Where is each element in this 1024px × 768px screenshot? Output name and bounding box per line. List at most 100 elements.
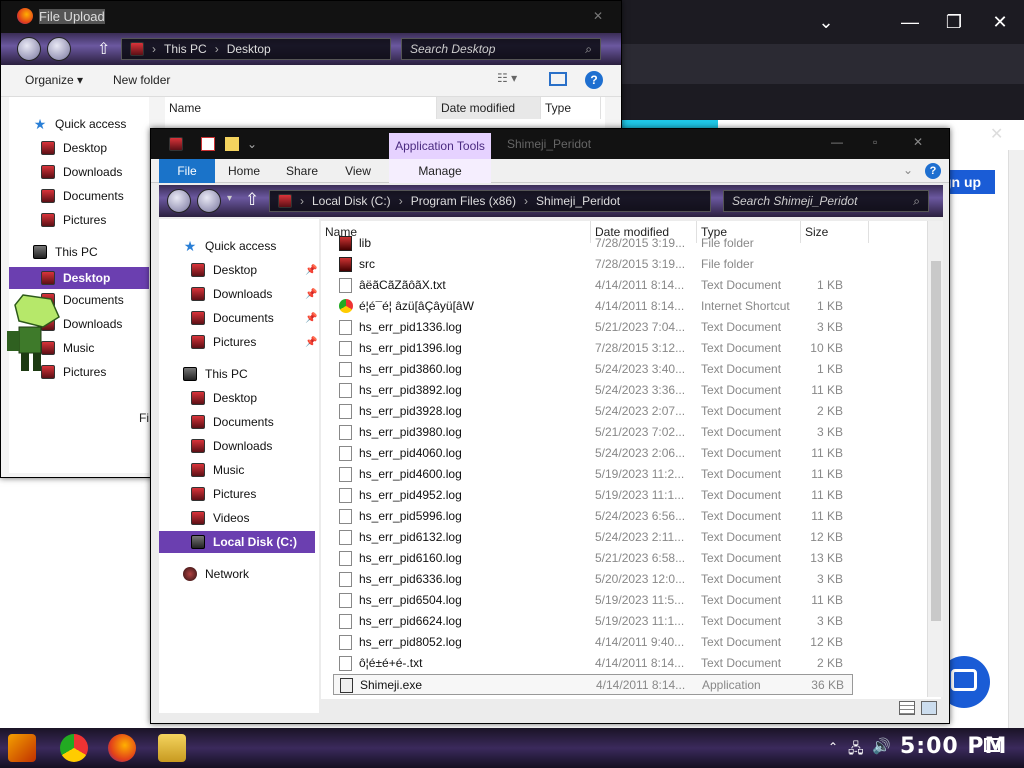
breadcrumb-item[interactable]: Local Disk (C:)	[312, 194, 391, 208]
sidebar-item-downloads[interactable]: Downloads	[41, 161, 122, 183]
file-row[interactable]: hs_err_pid1336.log 5/21/2023 7:04... Text …	[333, 317, 853, 338]
tab-share[interactable]: Share	[279, 159, 325, 183]
file-row[interactable]: hs_err_pid4600.log 5/19/2023 11:2... Text …	[333, 464, 853, 485]
explorer-breadcrumb[interactable]: › Local Disk (C:) › Program Files (x86) …	[269, 190, 711, 212]
sidebar-quick-access[interactable]: ★ Quick access	[33, 113, 127, 135]
close-icon[interactable]: ✕	[913, 135, 923, 149]
sidebar-item-pc-downloads[interactable]: Downloads	[191, 435, 272, 457]
minimize-icon[interactable]: —	[896, 10, 924, 34]
file-row[interactable]: hs_err_pid6132.log 5/24/2023 2:11... Text …	[333, 527, 853, 548]
sidebar-network[interactable]: Network	[183, 563, 249, 585]
sidebar-item-documents[interactable]: Documents	[191, 307, 274, 329]
help-icon[interactable]: ?	[585, 71, 603, 89]
sidebar-item-pc-pictures[interactable]: Pictures	[191, 483, 256, 505]
pin-icon[interactable]: 📌	[305, 289, 317, 300]
sidebar-item-pictures[interactable]: Pictures	[41, 209, 106, 231]
back-button[interactable]	[167, 189, 191, 213]
view-options-icon[interactable]: ☷ ▾	[497, 71, 517, 85]
quick-access-toolbar-icon[interactable]: ⌄	[247, 137, 257, 151]
tab-view[interactable]: View	[335, 159, 381, 183]
tab-file[interactable]: File	[159, 159, 215, 183]
vertical-scrollbar[interactable]	[927, 221, 943, 697]
sidebar-quick-access[interactable]: ★ Quick access	[183, 235, 277, 257]
column-name[interactable]: Name	[165, 97, 437, 119]
details-view-icon[interactable]	[899, 701, 915, 715]
tray-chevron-icon[interactable]: ⌃	[828, 740, 838, 754]
sidebar-item-desktop[interactable]: Desktop	[41, 137, 107, 159]
file-row[interactable]: lib 7/28/2015 3:19... File folder	[333, 233, 853, 254]
breadcrumb-item[interactable]: Program Files (x86)	[411, 194, 516, 208]
upload-close-icon[interactable]: ✕	[593, 9, 603, 23]
file-row[interactable]: hs_err_pid6160.log 5/21/2023 6:58... Text …	[333, 548, 853, 569]
sidebar-item-pc-music[interactable]: Music	[191, 459, 244, 481]
file-row[interactable]: hs_err_pid6624.log 5/19/2023 11:1... Text …	[333, 611, 853, 632]
sidebar-item-desktop[interactable]: Desktop	[191, 259, 257, 281]
large-icons-view-icon[interactable]	[921, 701, 937, 715]
new-folder-icon[interactable]	[225, 137, 239, 151]
file-row[interactable]: hs_err_pid8052.log 4/14/2011 9:40... Text …	[333, 632, 853, 653]
help-icon[interactable]: ?	[925, 163, 941, 179]
back-button[interactable]	[17, 37, 41, 61]
organize-button[interactable]: Organize ▾	[25, 73, 83, 87]
preview-pane-icon[interactable]	[549, 72, 567, 86]
column-type[interactable]: Type	[541, 97, 601, 119]
pin-icon[interactable]: 📌	[305, 337, 317, 348]
forward-button[interactable]	[197, 189, 221, 213]
network-tray-icon[interactable]: 🖧	[848, 738, 864, 762]
file-row[interactable]: src 7/28/2015 3:19... File folder	[333, 254, 853, 275]
file-row[interactable]: âëãCãZãôãX.txt 4/14/2011 8:14... Text Docu…	[333, 275, 853, 296]
file-row[interactable]: hs_err_pid5996.log 5/24/2023 6:56... Text …	[333, 506, 853, 527]
scroll-thumb[interactable]	[931, 261, 941, 621]
tab-manage[interactable]: Manage	[389, 159, 491, 183]
breadcrumb-item[interactable]: Desktop	[227, 42, 271, 56]
sidebar-this-pc[interactable]: This PC	[33, 241, 98, 263]
firefox-icon[interactable]	[108, 734, 136, 762]
file-row[interactable]: hs_err_pid3892.log 5/24/2023 3:36... Text …	[333, 380, 853, 401]
taskbar-clock[interactable]: 5:00 PM	[900, 734, 1007, 759]
chevron-down-icon[interactable]: ⌄	[812, 10, 840, 34]
file-row[interactable]: hs_err_pid3928.log 5/24/2023 2:07... Text …	[333, 401, 853, 422]
start-button[interactable]	[8, 734, 36, 762]
expand-ribbon-icon[interactable]: ⌄	[903, 163, 913, 177]
file-row[interactable]: hs_err_pid6336.log 5/20/2023 12:0... Text …	[333, 569, 853, 590]
sidebar-item-pictures[interactable]: Pictures	[191, 331, 256, 353]
properties-icon[interactable]	[201, 137, 215, 151]
explorer-search-input[interactable]: Search Shimeji_Peridot ⌕	[723, 190, 929, 212]
sidebar-item-documents[interactable]: Documents	[41, 185, 124, 207]
sidebar-item-pc-desktop[interactable]: Desktop	[191, 387, 257, 409]
up-arrow-icon[interactable]: ⇧	[97, 39, 110, 59]
sidebar-item-pc-desktop[interactable]: Desktop	[9, 267, 149, 289]
file-explorer-icon[interactable]	[158, 734, 186, 762]
forward-button[interactable]	[47, 37, 71, 61]
upload-breadcrumb[interactable]: › This PC › Desktop	[121, 38, 391, 60]
file-row[interactable]: hs_err_pid6504.log 5/19/2023 11:5... Text …	[333, 590, 853, 611]
file-row[interactable]: hs_err_pid4060.log 5/24/2023 2:06... Text …	[333, 443, 853, 464]
file-row[interactable]: é¦é¯é¦ âzü[âÇâyü[âW 4/14/2011 8:14... Inte…	[333, 296, 853, 317]
new-folder-button[interactable]: New folder	[113, 73, 170, 87]
close-notification-icon[interactable]: ✕	[990, 124, 1003, 144]
sidebar-item-pc-documents[interactable]: Documents	[191, 411, 274, 433]
file-row[interactable]: hs_err_pid1396.log 7/28/2015 3:12... Text …	[333, 338, 853, 359]
pin-icon[interactable]: 📌	[305, 313, 317, 324]
upload-search-input[interactable]: Search Desktop ⌕	[401, 38, 601, 60]
maximize-icon[interactable]: ▫	[873, 135, 877, 149]
tab-home[interactable]: Home	[221, 159, 267, 183]
file-row[interactable]: hs_err_pid4952.log 5/19/2023 11:1... Text …	[333, 485, 853, 506]
file-row[interactable]: Shimeji.exe 4/14/2011 8:14... Application 3…	[333, 674, 853, 695]
chrome-icon[interactable]	[60, 734, 88, 762]
pin-icon[interactable]: 📌	[305, 265, 317, 276]
file-row[interactable]: hs_err_pid3980.log 5/21/2023 7:02... Text …	[333, 422, 853, 443]
minimize-icon[interactable]: —	[831, 135, 843, 149]
recent-locations-icon[interactable]: ▾	[227, 193, 232, 204]
sidebar-item-local-disk[interactable]: Local Disk (C:)	[159, 531, 315, 553]
restore-icon[interactable]: ❐	[940, 10, 968, 34]
breadcrumb-item[interactable]: This PC	[164, 42, 207, 56]
page-scrollbar[interactable]	[1008, 150, 1024, 728]
close-icon[interactable]: ✕	[986, 10, 1014, 34]
breadcrumb-item[interactable]: Shimeji_Peridot	[536, 194, 620, 208]
sidebar-this-pc[interactable]: This PC	[183, 363, 248, 385]
sidebar-item-downloads[interactable]: Downloads	[191, 283, 272, 305]
volume-icon[interactable]: 🔊	[872, 737, 891, 755]
column-date[interactable]: Date modified	[437, 97, 541, 119]
application-tools-tab[interactable]: Application Tools	[389, 133, 491, 159]
